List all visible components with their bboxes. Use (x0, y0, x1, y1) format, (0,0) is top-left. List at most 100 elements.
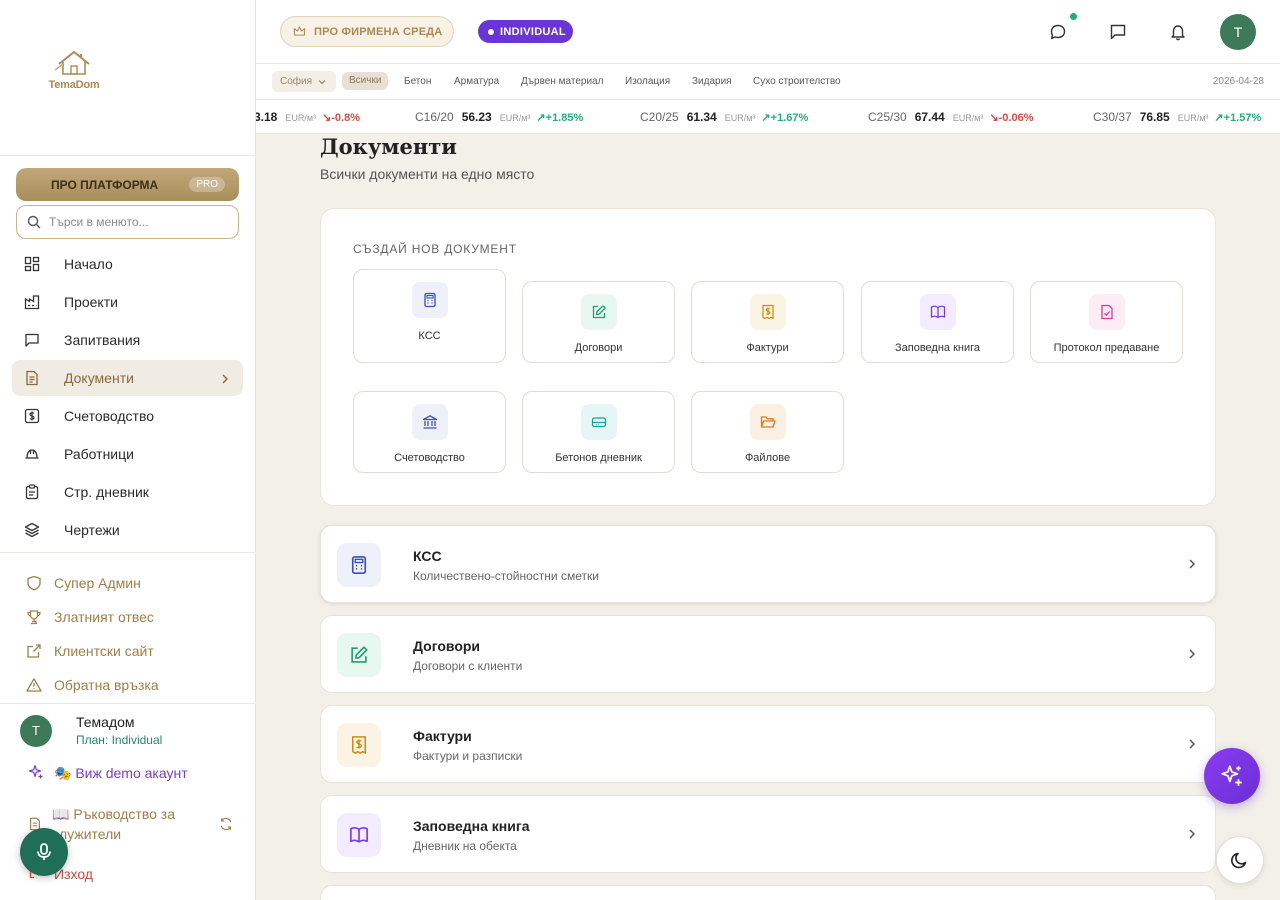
bell-icon[interactable] (1168, 22, 1188, 42)
guide-label: 📖 Ръководство за служители (52, 806, 175, 842)
tile-label: Фактури (746, 342, 789, 354)
ticker-value: 56.23 (461, 110, 492, 124)
filter-chip-drywall[interactable]: Сухо строителство (753, 76, 841, 87)
doc-row-invoices[interactable]: Фактури Фактури и разписки (320, 705, 1216, 783)
sidebar-item-accounting[interactable]: Счетоводство (12, 398, 243, 434)
create-concrete-log-tile[interactable]: Бетонов дневник (522, 391, 675, 473)
filter-chip-all[interactable]: Всички (342, 72, 389, 90)
divider (0, 703, 255, 704)
moon-icon (1231, 852, 1247, 869)
ticker-item: C16/20 56.23 EUR/м³ ↗ +1.85% (415, 110, 583, 124)
message-square-icon[interactable] (1108, 22, 1128, 42)
city-select[interactable]: София (272, 71, 336, 92)
ai-assistant-button[interactable] (1204, 748, 1260, 804)
book-icon (337, 813, 381, 857)
sidebar-item-drawings[interactable]: Чертежи (12, 512, 243, 548)
create-document-card: СЪЗДАЙ НОВ ДОКУМЕНТ КСС Договори Фактури… (320, 208, 1216, 506)
dashboard-icon (24, 256, 40, 272)
menu-search[interactable] (16, 205, 239, 239)
create-invoices-tile[interactable]: Фактури (691, 281, 844, 363)
sidebar: TemaDom ПРО ПЛАТФОРМА PRO Начало Проекти… (0, 0, 256, 900)
avatar: T (20, 714, 52, 747)
ticker-change: -0.06% (998, 112, 1034, 124)
tile-label: Протокол предаване (1053, 342, 1160, 354)
ticker-name: C25/30 (868, 110, 907, 124)
sidebar-nav: Начало Проекти Запитвания Документи Счет… (12, 246, 243, 550)
top-bar: ПРО ФИРМЕНА СРЕДА INDIVIDUAL T (256, 0, 1280, 64)
factory-icon (24, 294, 40, 310)
ticker-unit: EUR/м³ (499, 113, 531, 123)
avatar[interactable]: T (1220, 14, 1256, 50)
calculator-icon (411, 282, 448, 318)
online-indicator (1070, 13, 1077, 20)
theme-toggle-button[interactable] (1216, 836, 1264, 884)
plan-badge: INDIVIDUAL (478, 20, 573, 43)
folder-icon (749, 404, 786, 440)
sidebar-item-label: Работници (64, 446, 134, 462)
filter-chip-masonry[interactable]: Зидария (692, 76, 732, 87)
shield-icon (26, 575, 42, 591)
microphone-icon (37, 843, 51, 860)
crown-icon (293, 25, 306, 38)
sparkles-icon (28, 764, 44, 783)
book-icon (919, 294, 956, 330)
doc-row-order-book[interactable]: Заповедна книга Дневник на обекта (320, 795, 1216, 873)
filter-chip-rebar[interactable]: Арматура (454, 76, 499, 87)
sidebar-item-label: Начало (64, 256, 113, 272)
chevron-right-icon (1187, 646, 1197, 667)
search-input[interactable] (49, 215, 229, 229)
trend-up-icon: ↗ (761, 112, 771, 124)
price-date: 2026-04-28 (1212, 76, 1264, 87)
pro-platform-button[interactable]: ПРО ПЛАТФОРМА PRO (16, 168, 239, 201)
sidebar-item-inquiries[interactable]: Запитвания (12, 322, 243, 358)
ticker-name: C30/37 (1093, 110, 1132, 124)
sidebar-item-workers[interactable]: Работници (12, 436, 243, 472)
create-accounting-tile[interactable]: Счетоводство (353, 391, 506, 473)
admin-item-label: Златният отвес (54, 609, 154, 625)
client-site-link[interactable]: Клиентски сайт (26, 634, 159, 668)
chat-icon[interactable] (1048, 22, 1068, 42)
create-kss-tile[interactable]: КСС (353, 269, 506, 363)
sidebar-item-home[interactable]: Начало (12, 246, 243, 282)
doc-row-partial[interactable] (320, 885, 1216, 900)
brand-name: TemaDom (48, 79, 100, 91)
pro-company-env-pill[interactable]: ПРО ФИРМЕНА СРЕДА (280, 16, 454, 47)
container-icon (580, 404, 617, 440)
sidebar-item-label: Счетоводство (64, 408, 155, 424)
super-admin-link[interactable]: Супер Админ (26, 566, 159, 600)
demo-account-link[interactable]: 🎭 Виж demo акаунт (28, 764, 188, 783)
ticker-unit: EUR/м³ (724, 113, 756, 123)
doc-row-contracts[interactable]: Договори Договори с клиенти (320, 615, 1216, 693)
create-handover-protocol-tile[interactable]: Протокол предаване (1030, 281, 1183, 363)
create-files-tile[interactable]: Файлове (691, 391, 844, 473)
ticker-name: C16/20 (415, 110, 454, 124)
doc-row-kss[interactable]: КСС Количествено-стойностни сметки (320, 525, 1216, 603)
brand-logo[interactable]: TemaDom (47, 48, 101, 91)
sidebar-item-projects[interactable]: Проекти (12, 284, 243, 320)
ticker-value: 76.85 (1139, 110, 1170, 124)
feedback-link[interactable]: Обратна връзка (26, 668, 159, 702)
sparkles-icon (1221, 765, 1242, 786)
ticker-change: +1.85% (545, 112, 584, 124)
sidebar-item-label: Запитвания (64, 332, 141, 348)
voice-input-button[interactable] (20, 828, 68, 876)
material-filter-bar: София Всички Бетон Арматура Дървен матер… (256, 64, 1280, 100)
trend-up-icon: ↗ (536, 112, 546, 124)
golden-plumb-link[interactable]: Златният отвес (26, 600, 159, 634)
filter-chip-insulation[interactable]: Изолация (625, 76, 670, 87)
ticker-unit: EUR/м³ (1177, 113, 1209, 123)
admin-item-label: Обратна връзка (54, 677, 159, 693)
row-subtitle: Договори с клиенти (413, 659, 523, 673)
sidebar-item-site-journal[interactable]: Стр. дневник (12, 474, 243, 510)
user-profile[interactable]: T Темадом План: Individual (20, 714, 162, 747)
refresh-icon[interactable] (219, 816, 233, 836)
create-order-book-tile[interactable]: Заповедна книга (861, 281, 1014, 363)
document-icon (24, 370, 40, 386)
filter-chip-timber[interactable]: Дървен материал (521, 76, 603, 87)
filter-chip-concrete[interactable]: Бетон (404, 76, 431, 87)
admin-item-label: Супер Админ (54, 575, 141, 591)
create-contracts-tile[interactable]: Договори (522, 281, 675, 363)
sidebar-item-label: Чертежи (64, 522, 120, 538)
sidebar-item-documents[interactable]: Документи (12, 360, 243, 396)
tile-label: КСС (418, 330, 441, 342)
